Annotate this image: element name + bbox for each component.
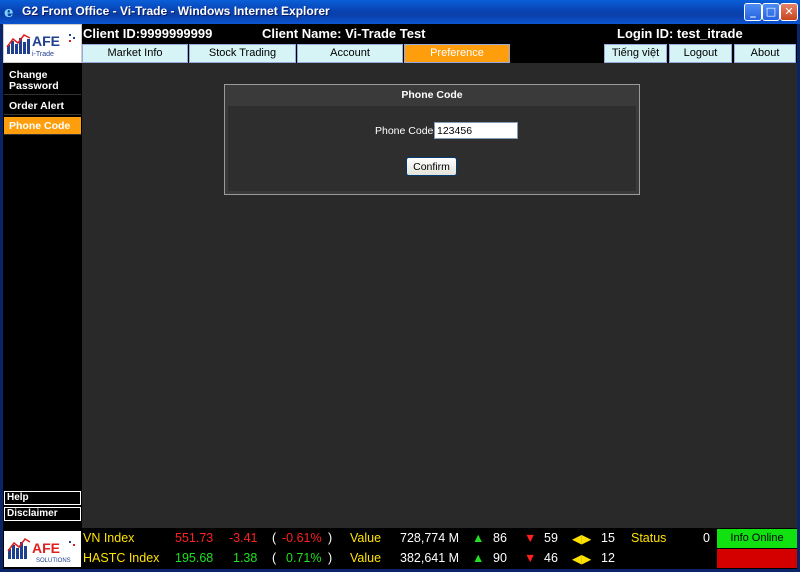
svg-text:SOLUTIONS: SOLUTIONS xyxy=(36,558,71,564)
maximize-button[interactable]: □ xyxy=(762,3,780,21)
info-online-status: Info Online xyxy=(717,529,797,548)
sidebar-item-phone-code[interactable]: Phone Code xyxy=(4,117,81,135)
index-value: 195.68 xyxy=(175,551,213,565)
sidebar-item-change-password[interactable]: Change Password xyxy=(4,67,81,95)
phone-code-label: Phone Code: xyxy=(375,125,436,137)
minimize-button[interactable]: _ xyxy=(744,3,762,21)
close-button[interactable]: ✕ xyxy=(780,3,798,21)
logo-graphic: AFE i-Trade xyxy=(4,25,81,62)
index-change: -3.41 xyxy=(229,531,258,545)
title-bar[interactable]: e G2 Front Office - Vi-Trade - Windows I… xyxy=(0,0,800,24)
up-arrow-icon: ▲ xyxy=(472,551,484,565)
tab-language[interactable]: Tiếng việt xyxy=(604,44,667,63)
status-label: Status xyxy=(631,531,666,545)
app-area: AFE i-Trade Client ID:9999999999 Client … xyxy=(3,24,797,569)
panel-body: Phone Code: Confirm xyxy=(228,106,636,191)
svg-text:i-Trade: i-Trade xyxy=(32,51,54,58)
sidebar: Change Password Order Alert Phone Code H… xyxy=(3,63,82,528)
client-id: Client ID:9999999999 xyxy=(83,26,212,41)
index-name: VN Index xyxy=(83,531,134,545)
index-value: 551.73 xyxy=(175,531,213,545)
account-header: Client ID:9999999999 Client Name: Vi-Tra… xyxy=(82,24,797,44)
tab-market-info[interactable]: Market Info xyxy=(82,44,188,63)
help-link[interactable]: Help xyxy=(4,491,81,505)
window-title: G2 Front Office - Vi-Trade - Windows Int… xyxy=(22,4,330,18)
decliners: 59 xyxy=(544,531,558,545)
ticker-row-vn: VN Index 551.73 -3.41 ( -0.61% ) Value 7… xyxy=(82,529,717,549)
login-id: Login ID: test_itrade xyxy=(617,26,743,41)
svg-text:AFE: AFE xyxy=(32,33,60,49)
value-label: Value xyxy=(350,551,381,565)
turnover: 382,641 M xyxy=(400,551,459,565)
advancers: 90 xyxy=(493,551,507,565)
panel-title: Phone Code xyxy=(225,85,639,106)
phone-code-input[interactable] xyxy=(434,122,518,139)
afe-solutions-logo: AFE SOLUTIONS xyxy=(4,531,81,567)
tab-account[interactable]: Account xyxy=(297,44,403,63)
index-name: HASTC Index xyxy=(83,551,159,565)
disclaimer-link[interactable]: Disclaimer xyxy=(4,507,81,521)
ie-icon: e xyxy=(4,4,20,20)
tab-stock-trading[interactable]: Stock Trading xyxy=(189,44,296,63)
unchanged-icon: ◀▶ xyxy=(572,551,591,566)
browser-window: e G2 Front Office - Vi-Trade - Windows I… xyxy=(0,0,800,572)
offline-indicator xyxy=(717,549,797,568)
ticker-row-hastc: HASTC Index 195.68 1.38 ( 0.71% ) Value … xyxy=(82,549,717,569)
client-name: Client Name: Vi-Trade Test xyxy=(262,26,426,41)
index-percent: 0.71% xyxy=(286,551,321,565)
value-label: Value xyxy=(350,531,381,545)
svg-text:AFE: AFE xyxy=(32,540,60,556)
index-change: 1.38 xyxy=(233,551,257,565)
tab-about[interactable]: About xyxy=(734,44,796,63)
confirm-button[interactable]: Confirm xyxy=(406,157,457,176)
tab-logout[interactable]: Logout xyxy=(669,44,732,63)
down-arrow-icon: ▼ xyxy=(524,551,536,565)
sidebar-item-order-alert[interactable]: Order Alert xyxy=(4,97,81,115)
unchanged: 12 xyxy=(601,551,615,565)
unchanged-icon: ◀▶ xyxy=(572,531,591,546)
main-tabs: Market Info Stock Trading Account Prefer… xyxy=(82,44,797,63)
advancers: 86 xyxy=(493,531,507,545)
phone-code-panel: Phone Code Phone Code: Confirm xyxy=(224,84,640,195)
up-arrow-icon: ▲ xyxy=(472,531,484,545)
down-arrow-icon: ▼ xyxy=(524,531,536,545)
index-percent: -0.61% xyxy=(282,531,322,545)
decliners: 46 xyxy=(544,551,558,565)
logo-graphic-bottom: AFE SOLUTIONS xyxy=(4,531,81,567)
main-content: Phone Code Phone Code: Confirm xyxy=(82,63,797,528)
status-value: 0 xyxy=(703,531,710,545)
unchanged: 15 xyxy=(601,531,615,545)
turnover: 728,774 M xyxy=(400,531,459,545)
afe-logo: AFE i-Trade xyxy=(3,24,82,63)
tab-preference[interactable]: Preference xyxy=(404,44,510,63)
market-ticker: AFE SOLUTIONS VN Index 551.73 -3.41 ( -0… xyxy=(3,528,797,569)
